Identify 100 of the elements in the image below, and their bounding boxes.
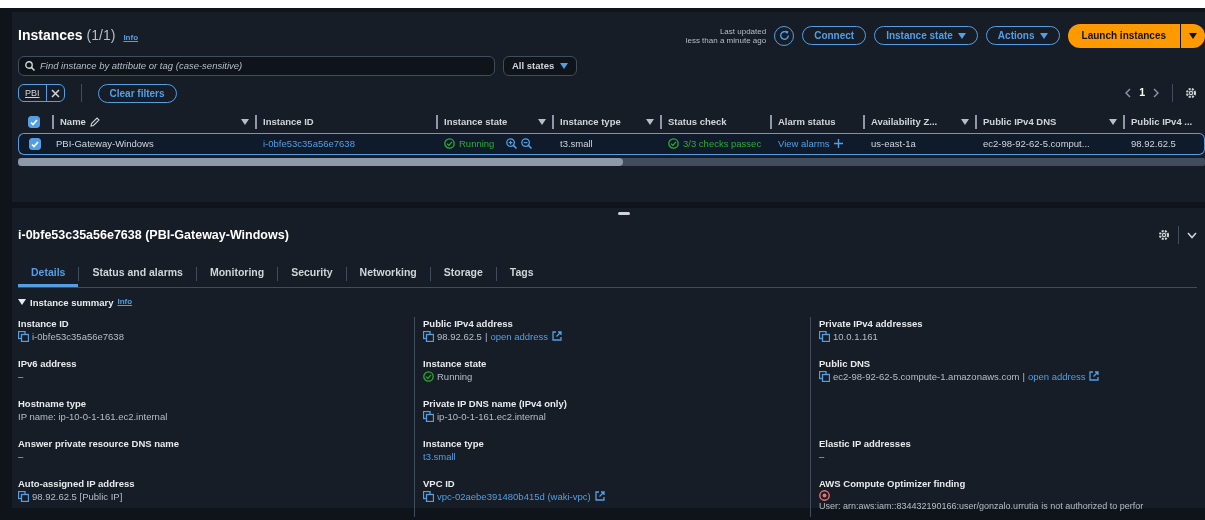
error-icon — [819, 489, 830, 501]
status-text: 3/3 checks passec — [683, 136, 762, 151]
instance-type-link[interactable]: t3.small — [423, 449, 456, 463]
tab[interactable]: Security — [278, 260, 346, 287]
tab[interactable]: Status and alarms — [79, 260, 196, 287]
column-header[interactable]: Name — [60, 114, 255, 129]
tab[interactable]: Networking — [346, 260, 430, 287]
vpc-link[interactable]: vpc-02aebe391480b415d (waki-vpc) — [437, 489, 605, 503]
filter-token[interactable]: PBI — [18, 84, 65, 103]
chevron-right-icon[interactable] — [1153, 88, 1160, 99]
column-header[interactable]: Instance ID — [263, 114, 436, 129]
sort-icon — [241, 118, 249, 125]
pencil-icon — [89, 116, 100, 127]
states-dropdown[interactable]: All states — [503, 55, 578, 76]
field-value: 98.92.62.5 — [437, 329, 482, 343]
field-value: 10.0.1.161 — [833, 329, 878, 343]
refresh-icon — [778, 30, 790, 42]
external-link-icon — [551, 331, 562, 341]
info-link[interactable]: Info — [117, 296, 133, 308]
field-label: Instance ID — [18, 316, 70, 330]
copy-icon[interactable] — [819, 330, 830, 342]
sort-icon — [646, 118, 654, 125]
copy-icon[interactable] — [423, 490, 434, 502]
field-label: Public DNS — [819, 356, 872, 370]
last-updated-text: Last updated less than a minute ago — [685, 26, 767, 46]
search-icon — [25, 60, 35, 71]
field-label: Public IPv4 address — [423, 316, 514, 330]
table-cell: ec2-98-92-62-5.comput... — [983, 136, 1090, 151]
table-cell: us-east-1a — [871, 136, 916, 151]
info-link[interactable]: Info — [123, 32, 139, 45]
search-field[interactable]: Find instance by attribute or tag (case-sensitive) — [18, 55, 495, 76]
panel-title: i-0bfe53c35a56e7638 (PBI-Gateway-Windows) — [18, 227, 289, 244]
field-label: AWS Compute Optimizer finding — [819, 476, 967, 490]
tab[interactable]: Storage — [430, 260, 496, 287]
field-label: Elastic IP addresses — [819, 436, 912, 450]
caret-icon — [560, 62, 569, 69]
column-header[interactable]: Public IPv4 ... — [1131, 114, 1205, 129]
tab[interactable]: Monitoring — [196, 260, 278, 287]
field-value: i-0bfe53c35a56e7638 — [32, 329, 124, 343]
launch-button[interactable]: Launch instances — [1067, 24, 1180, 48]
chevron-left-icon[interactable] — [1124, 88, 1132, 99]
page-number[interactable]: 1 — [1139, 85, 1145, 102]
section-toggle[interactable]: Instance summary — [18, 295, 114, 309]
field-value: – — [18, 369, 24, 383]
tab[interactable]: Details — [18, 260, 79, 287]
zoom-out-icon[interactable] — [521, 138, 533, 150]
field-label: VPC ID — [423, 476, 456, 490]
caret-icon — [957, 32, 966, 39]
settings-icon[interactable] — [1185, 87, 1197, 100]
search-input[interactable]: Find instance by attribute or tag (case-sensitive) — [40, 58, 488, 73]
zoom-in-icon[interactable] — [506, 138, 518, 150]
column-header[interactable]: Instance type — [560, 114, 660, 129]
caret-icon — [1039, 32, 1048, 39]
table-cell: 98.92.62.5 — [1131, 136, 1176, 151]
instance-count: (1/1) — [86, 26, 116, 46]
separator-text: | — [484, 329, 488, 343]
field-label: Private IP DNS name (IPv4 only) — [423, 396, 568, 410]
field-label: IPv6 address — [18, 356, 78, 370]
field-label: Auto-assigned IP address — [18, 476, 136, 490]
close-icon[interactable] — [50, 88, 60, 98]
chevron-down-icon[interactable] — [1187, 231, 1197, 239]
column-header[interactable]: Availability Z... — [871, 114, 975, 129]
copy-icon[interactable] — [18, 490, 29, 502]
column-header[interactable]: Instance state — [444, 114, 552, 129]
open-address-link[interactable]: open address — [1027, 369, 1100, 383]
field-label: Private IPv4 addresses — [819, 316, 924, 330]
settings-icon[interactable] — [1158, 229, 1170, 242]
row-checkbox[interactable] — [29, 138, 41, 151]
page-title: Instances — [18, 26, 83, 46]
column-header[interactable]: Alarm status — [778, 114, 863, 129]
copy-icon[interactable] — [423, 330, 434, 342]
field-label: Instance state — [423, 356, 488, 370]
select-all-checkbox[interactable] — [28, 116, 40, 129]
column-header[interactable]: Status check — [668, 114, 770, 129]
field-value: – — [18, 449, 24, 463]
external-link-icon — [594, 491, 605, 501]
field-value: 98.92.62.5 [Public IP] — [32, 489, 123, 503]
separator-text: | — [1022, 369, 1025, 383]
field-label: Instance type — [423, 436, 485, 450]
field-label: Answer private resource DNS name — [18, 436, 181, 450]
open-address-link[interactable]: open address — [490, 329, 562, 343]
copy-icon[interactable] — [18, 330, 29, 342]
copy-icon[interactable] — [819, 370, 830, 382]
external-link-icon — [1089, 371, 1100, 381]
tab[interactable]: Tags — [496, 260, 547, 287]
dropdown-button[interactable] — [1180, 24, 1205, 48]
check-circle-icon — [423, 370, 434, 382]
status-text: Running — [459, 136, 495, 151]
field-value: ec2-98-92-62-5.compute-1.amazonaws.com — [833, 369, 1020, 383]
table-cell: PBI-Gateway-Windows — [56, 136, 154, 151]
column-header[interactable]: Public IPv4 DNS — [983, 114, 1123, 129]
field-value: ip-10-0-1-161.ec2.internal — [437, 409, 546, 423]
resize-handle[interactable] — [618, 212, 630, 215]
sort-icon — [961, 118, 969, 125]
field-value: – — [819, 449, 825, 463]
sort-icon — [538, 118, 546, 125]
check-circle-icon — [668, 138, 679, 150]
check-circle-icon — [444, 138, 455, 150]
copy-icon[interactable] — [423, 410, 434, 422]
status-text: Running — [437, 369, 473, 383]
